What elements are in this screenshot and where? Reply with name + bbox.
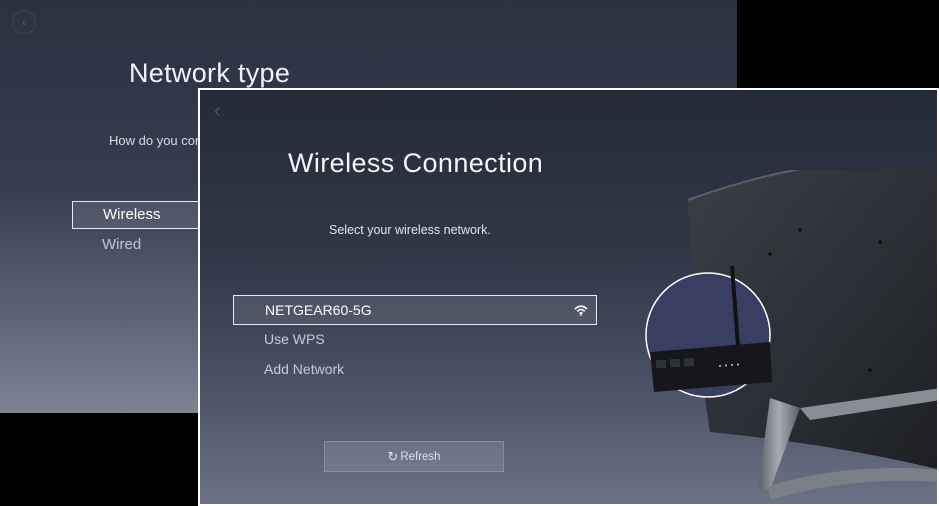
network-item-add-network[interactable]: Add Network: [233, 355, 597, 385]
wifi-signal-icon: [574, 305, 588, 316]
network-type-prompt: How do you con: [109, 133, 203, 148]
back-chevron-icon[interactable]: ‹: [214, 100, 221, 123]
network-label: Use WPS: [264, 331, 325, 347]
network-list: NETGEAR60-5G Use WPS Add Network: [233, 295, 597, 385]
tv-router-illustration: [645, 170, 937, 500]
refresh-button[interactable]: ↻ Refresh: [324, 441, 504, 472]
network-label: NETGEAR60-5G: [265, 302, 372, 318]
network-item-use-wps[interactable]: Use WPS: [233, 325, 597, 355]
refresh-label: Refresh: [400, 451, 441, 463]
back-circle-icon[interactable]: ‹: [12, 10, 36, 34]
network-item-netgear60-5g[interactable]: NETGEAR60-5G: [233, 295, 597, 325]
option-label: Wireless: [103, 206, 161, 223]
wireless-connection-screen: ‹ Wireless Connection Select your wirele…: [198, 88, 939, 506]
refresh-icon: ↻: [387, 449, 399, 464]
network-label: Add Network: [264, 361, 345, 377]
wireless-prompt: Select your wireless network.: [329, 223, 491, 237]
option-label: Wired: [102, 236, 142, 253]
page-title: Wireless Connection: [288, 148, 544, 178]
page-title: Network type: [129, 58, 291, 88]
